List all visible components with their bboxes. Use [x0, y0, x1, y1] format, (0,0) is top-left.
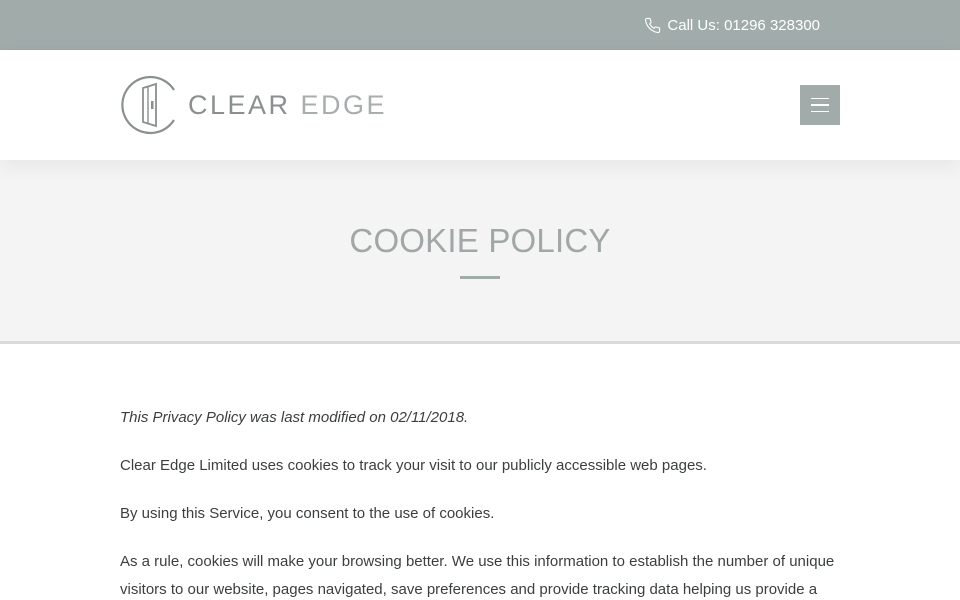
hamburger-icon-line-top [811, 97, 829, 100]
page-hero: COOKIE POLICY [0, 160, 960, 341]
last-modified-text: This Privacy Policy was last modified on… [120, 409, 469, 426]
policy-paragraph: By using this Service, you consent to th… [120, 505, 495, 522]
logo-word-clear: CLEAR [188, 89, 291, 120]
call-us-link[interactable]: Call Us: 01296 328300 [644, 0, 820, 50]
hamburger-icon-line-middle [811, 104, 829, 106]
site-header: CLEAR EDGE [0, 50, 960, 160]
title-underline [460, 276, 500, 279]
policy-paragraph: As a rule, cookies will make your browsi… [120, 553, 835, 598]
logo-word-edge: EDGE [300, 89, 388, 120]
logo-mark-icon [121, 75, 175, 135]
policy-content: This Privacy Policy was last modified on… [120, 404, 840, 600]
logo-text: CLEAR EDGE [188, 89, 388, 120]
top-bar: Call Us: 01296 328300 [0, 0, 960, 50]
clear-edge-logo[interactable]: CLEAR EDGE [120, 75, 387, 135]
phone-icon [645, 17, 661, 33]
hero-divider [0, 341, 960, 344]
call-us-label: Call Us: 01296 328300 [667, 16, 820, 34]
page-title: COOKIE POLICY [349, 222, 611, 259]
menu-button[interactable] [800, 85, 840, 125]
policy-paragraph: Clear Edge Limited uses cookies to track… [120, 457, 707, 474]
hamburger-icon-line-bottom [811, 110, 829, 113]
